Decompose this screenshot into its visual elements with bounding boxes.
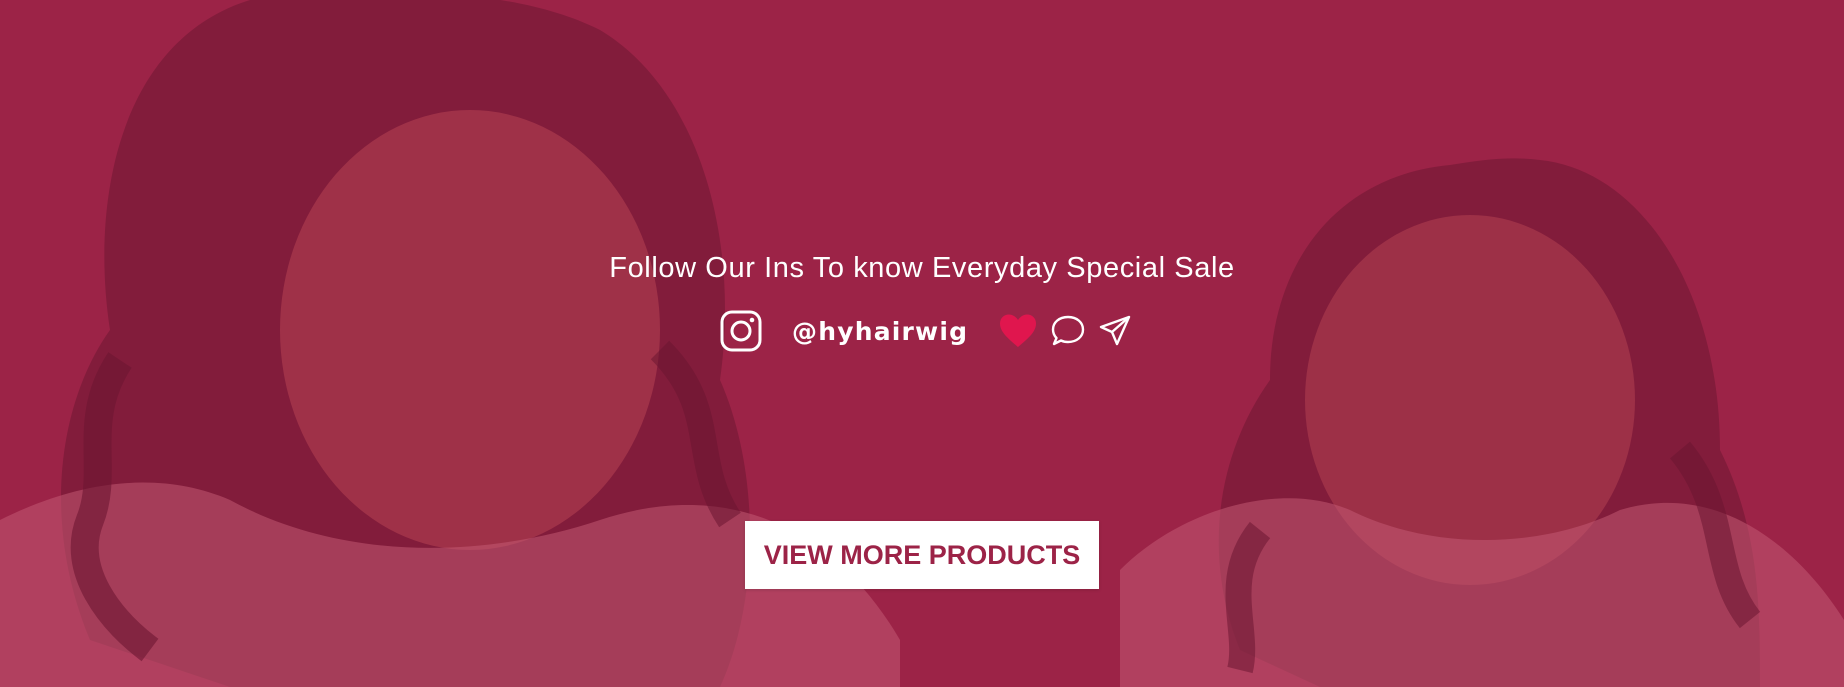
view-more-products-button[interactable]: VIEW MORE PRODUCTS: [745, 521, 1099, 589]
social-row: @hyhairwig: [720, 308, 1144, 354]
instagram-promo-banner: Follow Our Ins To know Everyday Special …: [0, 0, 1844, 687]
send-icon[interactable]: [1098, 314, 1132, 348]
instagram-handle-link[interactable]: @hyhairwig: [792, 317, 968, 346]
comment-icon[interactable]: [1050, 314, 1086, 348]
heart-icon[interactable]: [998, 313, 1038, 349]
banner-headline: Follow Our Ins To know Everyday Special …: [609, 252, 1235, 284]
banner-content: Follow Our Ins To know Everyday Special …: [0, 0, 1844, 687]
instagram-icon[interactable]: [720, 310, 762, 352]
